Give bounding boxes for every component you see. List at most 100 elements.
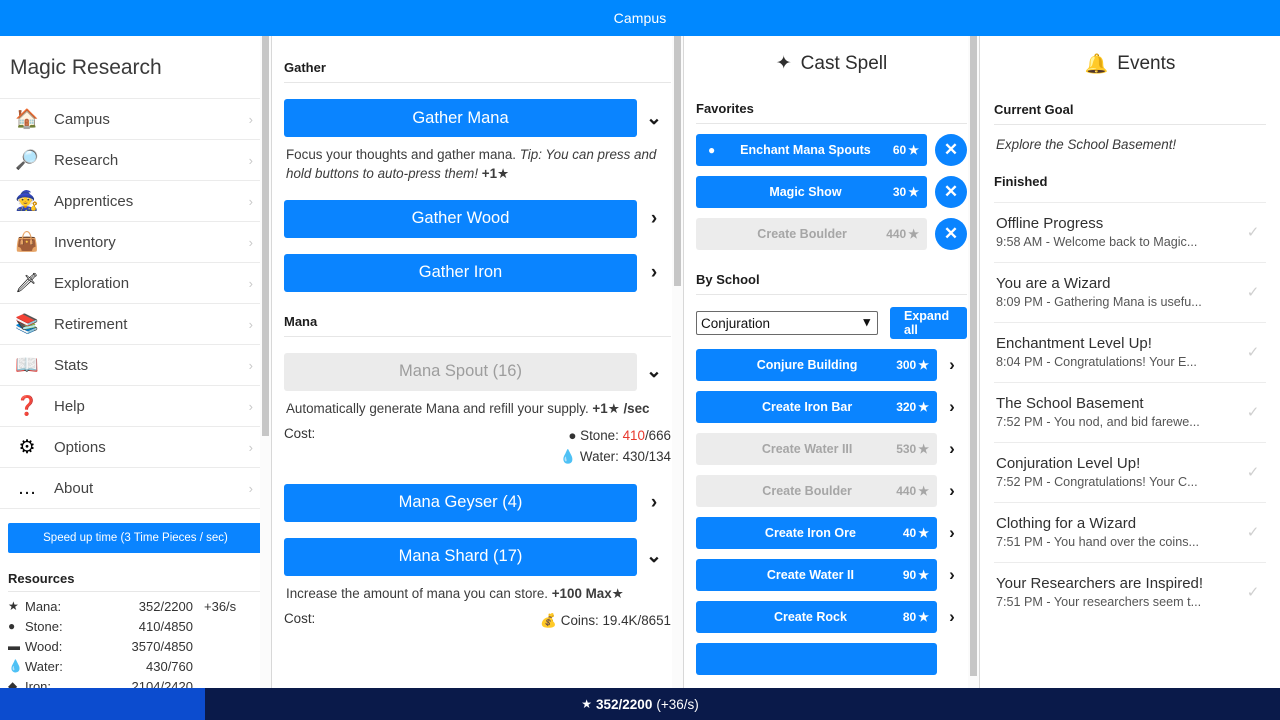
description-effect: +1: [478, 166, 498, 182]
gather-scrollbar[interactable]: [672, 36, 683, 688]
sidebar-item-stats[interactable]: 📖 Stats ›: [0, 345, 271, 386]
by-school-divider: [696, 294, 967, 295]
chevron-right-icon[interactable]: ›: [937, 565, 967, 585]
resource-name: Stone:: [25, 618, 63, 634]
spell-cost: 30 ★: [892, 185, 919, 199]
sidebar-item-apprentices[interactable]: 🧙 Apprentices ›: [0, 181, 271, 222]
event-subtitle: 7:51 PM - You hand over the coins...: [996, 535, 1200, 549]
spell-cost: 320 ★: [896, 400, 929, 414]
mana-star-icon: ★: [607, 400, 620, 416]
remove-favorite-button[interactable]: ✕: [935, 134, 967, 166]
current-goal-text: Explore the School Basement!: [996, 137, 1177, 152]
chevron-down-icon[interactable]: ⌄: [637, 107, 671, 130]
school-spell-button[interactable]: Conjure Building 300 ★: [696, 349, 937, 381]
school-spell-row: Create Rock 80 ★ ›: [696, 601, 967, 633]
button-description: Increase the amount of mana you can stor…: [286, 585, 624, 601]
expand-all-button[interactable]: Expand all: [890, 307, 967, 339]
spell-name: Create Iron Bar: [761, 400, 853, 414]
sidebar-item-research[interactable]: 🔎 Research ›: [0, 140, 271, 181]
chevron-right-icon[interactable]: ›: [937, 607, 967, 627]
school-spell-button[interactable]: Create Iron Bar 320 ★: [696, 391, 937, 423]
sidebar-item-label: About: [54, 479, 94, 497]
event-subtitle: 8:09 PM - Gathering Mana is usefu...: [996, 295, 1202, 309]
action-button[interactable]: Mana Geyser (4): [284, 483, 637, 522]
event-row[interactable]: Offline Progress 9:58 AM - Welcome back …: [994, 202, 1266, 262]
chevron-right-icon[interactable]: ›: [937, 439, 967, 459]
spell-name: Magic Show: [769, 185, 842, 199]
question-icon: ❓: [15, 395, 39, 417]
bag-icon: 👜: [15, 231, 39, 253]
speed-up-time-button[interactable]: Speed up time (3 Time Pieces / sec): [8, 523, 263, 553]
school-spell-button[interactable]: Create Water II 90 ★: [696, 559, 937, 591]
school-select[interactable]: Conjuration: [696, 311, 878, 335]
action-button[interactable]: Mana Shard (17): [284, 537, 637, 576]
action-button[interactable]: Gather Wood: [284, 199, 637, 238]
sidebar-item-help[interactable]: ❓ Help ›: [0, 386, 271, 427]
school-spell-button[interactable]: Create Rock 80 ★: [696, 601, 937, 633]
cost-values: ● Stone: 410/666 💧 Water: 430/134: [414, 426, 672, 468]
sidebar-item-inventory[interactable]: 👜 Inventory ›: [0, 222, 271, 263]
event-row[interactable]: Conjuration Level Up! 7:52 PM - Congratu…: [994, 442, 1266, 502]
school-spell-button[interactable]: Create Boulder 440 ★: [696, 475, 937, 507]
chevron-right-icon[interactable]: ›: [937, 397, 967, 417]
favorites-divider: [696, 123, 967, 124]
school-spell-button[interactable]: Create Water III 530 ★: [696, 433, 937, 465]
sidebar-scrollbar[interactable]: [260, 36, 271, 688]
chevron-right-icon[interactable]: ›: [937, 355, 967, 375]
chevron-right-icon[interactable]: ›: [637, 492, 671, 514]
cost-entry: ● Stone: 410/666: [414, 426, 671, 447]
sidebar-item-campus[interactable]: 🏠 Campus ›: [0, 99, 271, 140]
cost-resource-name: Stone:: [580, 428, 619, 444]
sidebar-item-about[interactable]: … About ›: [0, 468, 271, 509]
event-row[interactable]: The School Basement 7:52 PM - You nod, a…: [994, 382, 1266, 442]
action-button[interactable]: Gather Iron: [284, 253, 637, 292]
event-title: Conjuration Level Up!: [996, 455, 1141, 472]
remove-favorite-button[interactable]: ✕: [935, 218, 967, 250]
cost-line: Cost: 💰 Coins: 19.4K/8651: [284, 603, 671, 632]
event-row[interactable]: Your Researchers are Inspired! 7:51 PM -…: [994, 562, 1266, 622]
mana-section-heading: Mana: [284, 313, 318, 329]
sidebar-item-exploration[interactable]: 🗡 Exploration ›: [0, 263, 271, 304]
gather-scrollbar-thumb[interactable]: [674, 36, 681, 286]
sidebar-item-retirement[interactable]: 📚 Retirement ›: [0, 304, 271, 345]
resource-name: Mana:: [25, 598, 62, 614]
finished-events-list: Offline Progress 9:58 AM - Welcome back …: [994, 202, 1266, 622]
event-title: You are a Wizard: [996, 275, 1111, 292]
cast-spell-scrollbar-thumb[interactable]: [970, 36, 977, 676]
resources-heading: Resources: [8, 571, 75, 586]
chevron-down-icon[interactable]: ⌄: [637, 360, 671, 383]
remove-favorite-button[interactable]: ✕: [935, 176, 967, 208]
resource-name: Iron:: [25, 678, 52, 689]
event-subtitle: 7:52 PM - You nod, and bid farewe...: [996, 415, 1200, 429]
event-text: Your Researchers are Inspired! 7:51 PM -…: [996, 575, 1242, 609]
chevron-right-icon[interactable]: ›: [637, 208, 671, 230]
event-text: Conjuration Level Up! 7:52 PM - Congratu…: [996, 455, 1242, 489]
sidebar-item-options[interactable]: ⚙ Options ›: [0, 427, 271, 468]
action-button[interactable]: Gather Mana: [284, 99, 637, 137]
sidebar-scrollbar-thumb[interactable]: [262, 36, 269, 436]
favorite-spell-button[interactable]: Magic Show 30 ★: [696, 176, 927, 208]
event-title: Offline Progress: [996, 215, 1104, 232]
cast-spell-scrollbar[interactable]: [968, 36, 979, 688]
chevron-right-icon[interactable]: ›: [937, 481, 967, 501]
event-row[interactable]: Clothing for a Wizard 7:51 PM - You hand…: [994, 502, 1266, 562]
game-window: Campus Magic Research 🏠 Campus › 🔎 Resea…: [0, 0, 1280, 720]
event-subtitle: 7:52 PM - Congratulations! Your C...: [996, 475, 1198, 489]
cost-need: /134: [644, 449, 671, 465]
check-icon: ✓: [1246, 584, 1260, 601]
favorite-spell-button[interactable]: ● Enchant Mana Spouts 60 ★: [696, 134, 927, 166]
favorite-spell-button[interactable]: Create Boulder 440 ★: [696, 218, 927, 250]
button-description: Automatically generate Mana and refill y…: [286, 400, 650, 416]
chevron-down-icon[interactable]: ⌄: [637, 545, 671, 568]
school-spell-row: Create Boulder 440 ★ ›: [696, 475, 967, 507]
chevron-right-icon[interactable]: ›: [637, 262, 671, 284]
chevron-right-icon[interactable]: ›: [937, 523, 967, 543]
action-button[interactable]: Mana Spout (16): [284, 352, 637, 391]
school-spell-button[interactable]: Create Iron Ore 40 ★: [696, 517, 937, 549]
page-title: Campus: [613, 10, 667, 26]
spell-name: Create Water II: [766, 568, 854, 582]
event-row[interactable]: Enchantment Level Up! 8:04 PM - Congratu…: [994, 322, 1266, 382]
description-effect: +100 Max: [551, 585, 612, 601]
event-row[interactable]: You are a Wizard 8:09 PM - Gathering Man…: [994, 262, 1266, 322]
school-spell-button[interactable]: [696, 643, 937, 675]
